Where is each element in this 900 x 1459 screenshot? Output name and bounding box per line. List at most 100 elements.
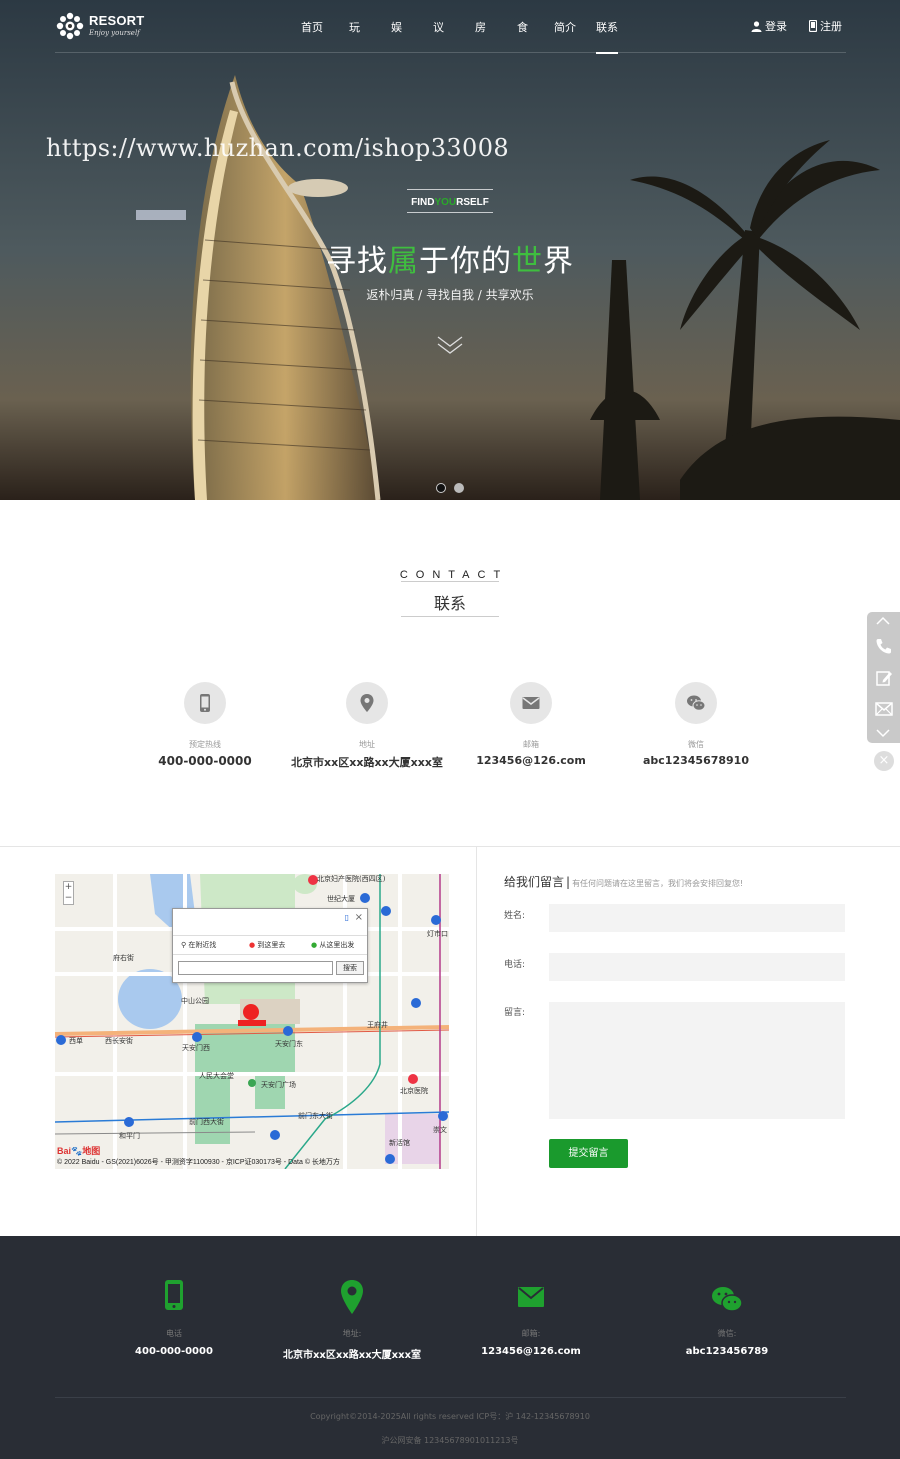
footer-label: 电话 <box>166 1329 182 1338</box>
map-label: 和平门 <box>119 1132 140 1140</box>
hero-banner: RESORT Enjoy yourself 首页 玩 娱 议 房 食 简介 联系… <box>0 0 900 500</box>
map-label: 北京妇产医院(西四区) <box>317 875 386 883</box>
auth-links: 登录 注册 <box>751 18 846 34</box>
chevron-down-icon[interactable] <box>875 728 891 738</box>
location-icon <box>346 682 388 724</box>
phone-field[interactable] <box>549 953 845 981</box>
map-label: 前门西大街 <box>189 1118 224 1126</box>
contact-heading-cn: 联系 <box>433 594 466 613</box>
map-label: 王府井 <box>367 1021 388 1029</box>
footer-value: abc123456789 <box>685 1346 769 1357</box>
hero-title-part-1: 寻找 <box>326 244 388 279</box>
nav-item-dining[interactable]: 食 <box>517 19 528 35</box>
contact-item-wechat: 微信 abc12345678910 <box>616 682 776 767</box>
find-yourself-badge: FIND YOURSELF <box>407 189 493 213</box>
map-search-button[interactable]: 搜索 <box>336 961 364 975</box>
mail-icon <box>510 682 552 724</box>
tab-nearby[interactable]: ⚲ 在附近找 <box>181 940 216 950</box>
wechat-icon <box>675 682 717 724</box>
hero-title-part-4: 世 <box>512 244 543 279</box>
message-label: 留言: <box>504 1008 526 1018</box>
hero-subtitle: 返朴归真 / 寻找自我 / 共享欢乐 <box>366 288 534 302</box>
map-label: 新活馆 <box>389 1139 410 1147</box>
tab-route-to-label: 到这里去 <box>257 941 286 949</box>
hero-title-part-3: 于你的 <box>419 244 512 279</box>
edit-message-icon[interactable] <box>875 669 893 687</box>
footer: 电话 400-000-0000 地址: 北京市xx区xx路xx大厦xxx室 邮箱… <box>0 1236 900 1459</box>
login-label: 登录 <box>765 20 787 33</box>
contact-label: 微信 <box>688 740 704 749</box>
map-copyright: © 2022 Baidu - GS(2021)6026号 - 甲测资字11009… <box>57 1159 340 1166</box>
phone-call-icon[interactable] <box>875 637 893 655</box>
carousel-dot-1[interactable] <box>436 483 446 493</box>
mail-icon[interactable] <box>875 702 893 716</box>
logo-tagline: Enjoy yourself <box>89 29 140 37</box>
map-label: 崇文 <box>433 1126 447 1134</box>
phone-label: 电话: <box>504 960 526 970</box>
map-zoom-control[interactable]: + − <box>63 881 74 905</box>
chevron-up-icon[interactable] <box>875 616 891 626</box>
register-link[interactable]: 注册 <box>808 18 842 34</box>
map-label: 西单 <box>69 1037 83 1045</box>
contact-label: 邮箱 <box>523 740 539 749</box>
map-label: 世纪大厦 <box>327 895 355 903</box>
footer-value: 123456@126.com <box>481 1346 581 1357</box>
login-link[interactable]: 登录 <box>751 18 787 34</box>
map-label: 前门东大街 <box>298 1112 333 1120</box>
tab-route-from[interactable]: ● 从这里出发 <box>311 940 354 950</box>
close-icon[interactable]: × <box>355 912 363 923</box>
nav-item-play[interactable]: 玩 <box>349 19 360 35</box>
close-icon[interactable]: × <box>874 751 894 771</box>
contact-label: 预定热线 <box>189 740 221 749</box>
find-text-b: YOU <box>434 197 457 208</box>
heading-divider-bottom <box>401 616 499 617</box>
footer-value: 北京市xx区xx路xx大厦xxx室 <box>282 1350 422 1361</box>
name-field[interactable] <box>549 904 845 932</box>
tab-route-to[interactable]: ● 到这里去 <box>249 940 285 950</box>
name-label: 姓名: <box>504 911 526 921</box>
footer-item-address: 地址: 北京市xx区xx路xx大厦xxx室 <box>262 1279 442 1361</box>
footer-label: 微信: <box>717 1329 737 1338</box>
footer-value: 400-000-0000 <box>135 1346 213 1357</box>
form-title-text: 给我们留言 <box>504 875 565 889</box>
hero-title-part-5: 界 <box>543 244 574 279</box>
find-text-a: FIND <box>411 197 435 208</box>
footer-item-phone: 电话 400-000-0000 <box>84 1279 264 1357</box>
footer-item-email: 邮箱: 123456@126.com <box>441 1279 621 1357</box>
contact-item-address: 地址 北京市xx区xx路xx大厦xxx室 <box>287 682 447 770</box>
baidu-map[interactable]: + − 北京妇产医院(西四区) 世纪大厦 灯市口 中山公园 王府井 西单 西长安街… <box>55 874 449 1169</box>
map-search-input[interactable] <box>178 961 333 975</box>
map-logo-text-b: 地图 <box>82 1146 101 1156</box>
nav-item-contact[interactable]: 联系 <box>596 19 618 54</box>
column-divider <box>476 846 477 1236</box>
nav-item-about[interactable]: 简介 <box>554 19 576 35</box>
contact-value: 北京市xx区xx路xx大厦xxx室 <box>291 756 443 769</box>
phone-icon <box>165 1280 183 1310</box>
nav-item-rooms[interactable]: 房 <box>475 19 486 35</box>
mail-icon <box>518 1287 544 1307</box>
nav-item-meeting[interactable]: 议 <box>433 19 444 35</box>
hero-title: 寻找属于你的世界 <box>0 236 900 280</box>
map-label: 灯市口 <box>427 930 448 938</box>
site-logo[interactable]: RESORT Enjoy yourself <box>55 11 145 43</box>
nav-item-home[interactable]: 首页 <box>301 19 323 35</box>
location-icon <box>341 1280 363 1314</box>
nav-item-entertainment[interactable]: 娱 <box>391 19 402 35</box>
contact-value: 400-000-0000 <box>158 754 252 768</box>
footer-item-wechat: 微信: abc123456789 <box>637 1279 817 1357</box>
heading-divider-top <box>401 581 499 582</box>
contact-heading-en: CONTACT <box>0 563 900 582</box>
baidu-map-logo: Bai🐾地图 <box>57 1146 101 1156</box>
mobile-icon[interactable]: ▯ <box>345 913 349 922</box>
form-title: 给我们留言 | 有任何问题请在这里留言，我们将会安排回复您! <box>504 875 744 889</box>
carousel-dot-2[interactable] <box>454 483 464 493</box>
register-label: 注册 <box>820 20 842 33</box>
footer-divider <box>55 1397 846 1398</box>
map-label: 府右街 <box>113 954 134 962</box>
tab-nearby-label: 在附近找 <box>188 941 217 949</box>
scroll-down-chevron-icon[interactable] <box>437 334 463 356</box>
submit-message-button[interactable]: 提交留言 <box>549 1139 628 1168</box>
footer-label: 邮箱: <box>521 1329 541 1338</box>
message-textarea[interactable] <box>549 1002 845 1119</box>
contact-label: 地址 <box>359 740 375 749</box>
